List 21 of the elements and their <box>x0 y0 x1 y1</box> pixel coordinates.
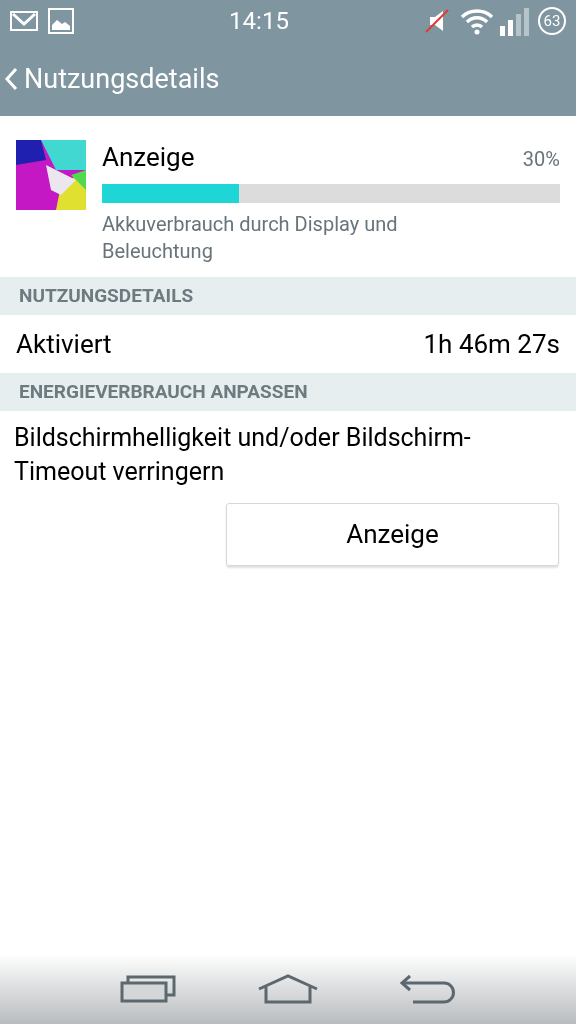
home-icon[interactable] <box>257 974 319 1004</box>
row-value: 1h 46m 27s <box>423 327 560 361</box>
back-arrow-icon[interactable] <box>399 974 456 1004</box>
suggestion-text: Bildschirmhelligkeit und/oder Bildschirm-Timeout verringern <box>14 422 472 488</box>
item-description: Akkuverbrauch durch Display und Beleuchtung <box>102 211 399 265</box>
clock: 14:15 <box>229 6 289 37</box>
image-icon <box>48 8 74 34</box>
recent-apps-icon[interactable] <box>120 975 177 1003</box>
wifi-icon <box>460 7 494 35</box>
chevron-left-icon <box>4 67 18 91</box>
display-button[interactable]: Anzeige <box>226 503 559 566</box>
item-title: Anzeige <box>102 141 195 174</box>
app-icon <box>16 140 86 210</box>
section-header: NUTZUNGSDETAILS <box>0 277 576 315</box>
signal-icon <box>498 6 532 36</box>
row-label: Aktiviert <box>16 327 112 361</box>
percent-label: 30% <box>522 146 560 173</box>
section-header: ENERGIEVERBRAUCH ANPASSEN <box>0 373 576 411</box>
muted-speaker-icon <box>424 8 450 34</box>
battery-indicator: 63 <box>538 7 566 35</box>
mail-icon <box>10 11 38 31</box>
